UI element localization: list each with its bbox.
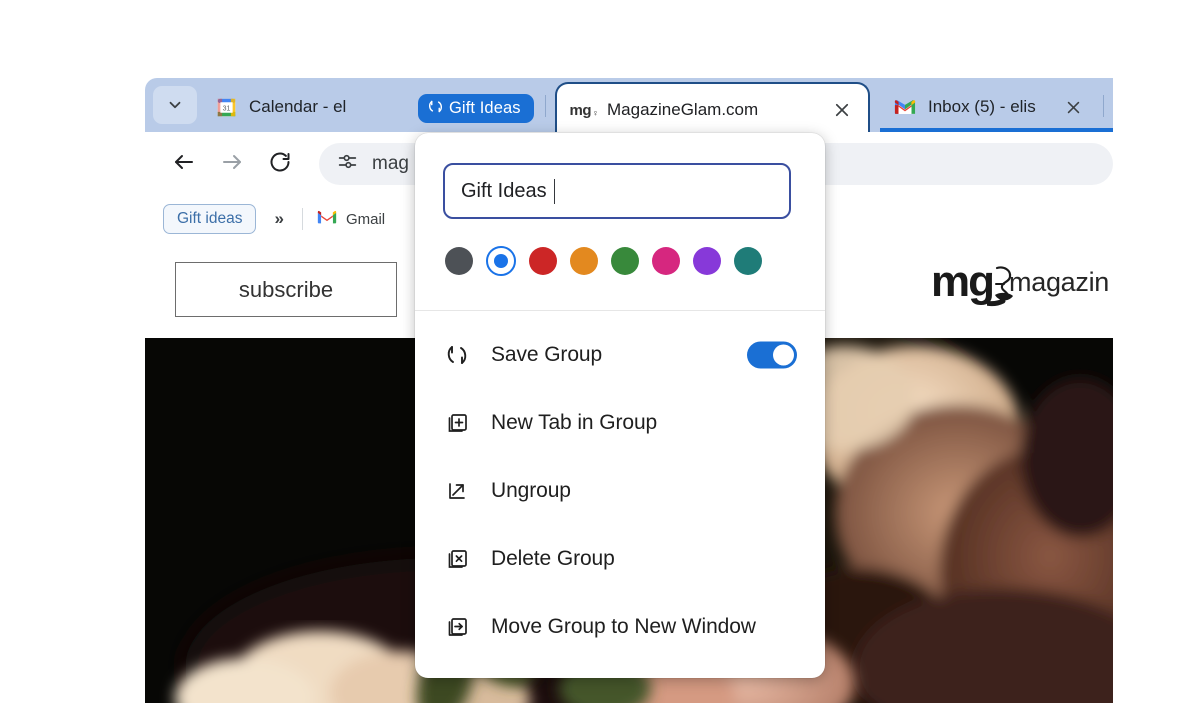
site-logo: mg magazin xyxy=(931,260,1109,307)
tab-group-chip-label: Gift Ideas xyxy=(449,99,521,117)
tab-divider xyxy=(1103,95,1104,117)
chevron-down-icon xyxy=(166,96,184,114)
address-bar-text: mag xyxy=(372,153,409,174)
color-swatch-green[interactable] xyxy=(611,247,639,275)
dialog-menu: Save Group New Tab in Group Ungroup Dele… xyxy=(415,311,825,677)
tab-close-button[interactable] xyxy=(1061,95,1085,119)
subscribe-button[interactable]: subscribe xyxy=(175,262,397,317)
tab-title: Calendar - el xyxy=(249,97,347,116)
bookmark-label: Gmail xyxy=(345,210,386,228)
menu-item-label: Save Group xyxy=(491,343,603,366)
menu-item-ungroup[interactable]: Ungroup xyxy=(415,457,825,525)
menu-item-save-group[interactable]: Save Group xyxy=(415,321,825,389)
color-swatch-blue-selected[interactable] xyxy=(486,246,516,276)
tab-close-button[interactable] xyxy=(830,98,854,122)
tab-search-button[interactable] xyxy=(153,86,197,124)
logo-wordmark: magazin xyxy=(1009,266,1109,297)
group-name-value: Gift Ideas xyxy=(461,179,547,202)
group-name-input[interactable]: Gift Ideas xyxy=(443,163,791,219)
tab-magazineglam[interactable]: mg ♀ MagazineGlam.com xyxy=(555,82,870,136)
menu-item-label: New Tab in Group xyxy=(491,411,658,434)
saved-group-icon xyxy=(428,99,443,119)
mg-favicon: mg ♀ xyxy=(569,101,599,119)
bookmarks-divider xyxy=(301,208,303,230)
color-swatch-grey[interactable] xyxy=(445,247,473,275)
menu-item-new-tab-in-group[interactable]: New Tab in Group xyxy=(415,389,825,457)
saved-group-icon xyxy=(443,341,471,369)
gmail-icon xyxy=(894,96,916,118)
menu-item-label: Delete Group xyxy=(491,547,615,570)
google-calendar-icon: 31 xyxy=(215,96,237,118)
reload-icon xyxy=(268,150,292,179)
screenshot-root: 31 Calendar - el Gift Ideas mg ♀ Magazin… xyxy=(0,0,1200,703)
tab-title: MagazineGlam.com xyxy=(607,100,759,119)
bookmarks-overflow-button[interactable]: » xyxy=(270,209,287,229)
svg-text:31: 31 xyxy=(222,105,230,112)
forward-button[interactable] xyxy=(211,143,253,185)
color-swatch-pink[interactable] xyxy=(652,247,680,275)
text-caret xyxy=(553,178,556,204)
logo-face-glyph xyxy=(968,264,1023,318)
logo-mark: mg xyxy=(931,260,1014,307)
menu-item-label: Ungroup xyxy=(491,479,571,502)
tab-group-editor-dialog: Gift Ideas Save Group New Tab in Group U… xyxy=(415,133,825,678)
bookmark-gmail[interactable]: Gmail xyxy=(317,210,385,229)
new-tab-icon xyxy=(443,409,471,437)
delete-group-icon xyxy=(443,545,471,573)
menu-item-label: Move Group to New Window xyxy=(491,615,756,638)
color-swatch-cyan[interactable] xyxy=(734,247,762,275)
back-arrow-icon xyxy=(172,150,196,179)
tune-sliders-icon[interactable] xyxy=(337,151,358,178)
menu-item-move-group-to-new-window[interactable]: Move Group to New Window xyxy=(415,593,825,661)
ungroup-icon xyxy=(443,477,471,505)
tab-gmail-inbox[interactable]: Inbox (5) - elis xyxy=(880,82,1113,132)
color-swatch-purple[interactable] xyxy=(693,247,721,275)
gmail-icon xyxy=(317,210,337,229)
tab-group-chip-gift-ideas[interactable]: Gift Ideas xyxy=(418,94,534,123)
save-group-toggle[interactable] xyxy=(747,341,797,369)
dialog-header: Gift Ideas xyxy=(415,133,825,296)
tab-title: Inbox (5) - elis xyxy=(928,97,1036,116)
color-swatch-row xyxy=(443,246,797,276)
bookmark-group-gift-ideas[interactable]: Gift ideas xyxy=(163,204,257,234)
menu-item-delete-group[interactable]: Delete Group xyxy=(415,525,825,593)
color-swatch-red[interactable] xyxy=(529,247,557,275)
tab-strip: 31 Calendar - el Gift Ideas mg ♀ Magazin… xyxy=(145,78,1113,136)
tab-divider xyxy=(545,95,546,117)
back-button[interactable] xyxy=(163,143,205,185)
move-window-icon xyxy=(443,613,471,641)
color-swatch-orange[interactable] xyxy=(570,247,598,275)
reload-button[interactable] xyxy=(259,143,301,185)
forward-arrow-icon xyxy=(220,150,244,179)
